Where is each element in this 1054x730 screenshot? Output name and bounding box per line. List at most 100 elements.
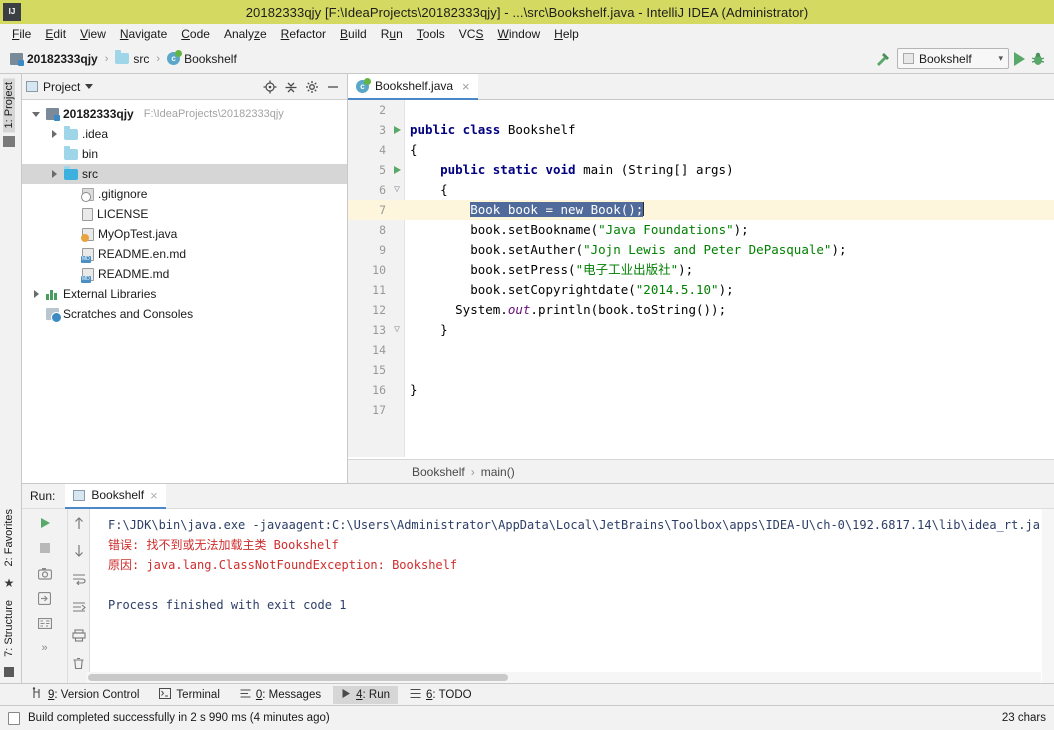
code-line[interactable]: 7 Book book = new Book(); <box>348 200 1054 220</box>
tree-item-readme-en-md[interactable]: README.en.md <box>22 244 347 264</box>
code-token: ); <box>718 282 734 297</box>
editor-tab-label: Bookshelf.java <box>375 79 454 93</box>
bottom-tab-0-messages[interactable]: 0: Messages <box>232 686 329 704</box>
hide-minimize-icon[interactable] <box>326 80 340 94</box>
tree-item-idea[interactable]: .idea <box>22 124 347 144</box>
gutter-fold-icon[interactable]: ▽ <box>390 320 404 340</box>
code-line[interactable]: 12 System.out.println(book.toString()); <box>348 300 1054 320</box>
debug-icon[interactable] <box>1030 51 1046 67</box>
editor-tab-bar: c Bookshelf.java × <box>348 74 1054 100</box>
bottom-tab-terminal[interactable]: Terminal <box>151 686 227 704</box>
code-line[interactable]: 15 <box>348 360 1054 380</box>
code-editor[interactable]: 2 3 public class Bookshelf 4{5 public stati… <box>348 100 1054 457</box>
close-icon[interactable]: × <box>462 79 470 94</box>
tree-item-scratches-and-consoles[interactable]: Scratches and Consoles <box>22 304 347 324</box>
sidebar-tab-project[interactable]: 1: Project <box>3 78 15 133</box>
code-text: } <box>410 380 418 400</box>
code-line[interactable]: 4{ <box>348 140 1054 160</box>
close-icon[interactable]: × <box>150 488 158 503</box>
soft-wrap-icon[interactable] <box>71 571 87 587</box>
menu-item-code[interactable]: Code <box>174 26 217 42</box>
run-configuration-selector[interactable]: Bookshelf ▾ <box>897 48 1009 69</box>
console-horizontal-scrollbar[interactable] <box>86 672 1041 683</box>
clear-all-trash-icon[interactable] <box>71 655 87 671</box>
console-output[interactable]: F:\JDK\bin\java.exe -javaagent:C:\Users\… <box>90 509 1054 684</box>
gutter-fold-icon[interactable]: ▽ <box>390 180 404 200</box>
bottom-tab-4-run[interactable]: 4: Run <box>333 685 399 704</box>
code-line[interactable]: 17 <box>348 400 1054 420</box>
locate-icon[interactable] <box>263 80 277 94</box>
status-message: Build completed successfully in 2 s 990 … <box>28 712 330 724</box>
tree-item-src[interactable]: src <box>22 164 347 184</box>
menu-item-window[interactable]: Window <box>490 26 547 42</box>
breadcrumb-item-project[interactable]: 20182333qjy <box>6 50 102 68</box>
menu-item-help[interactable]: Help <box>547 26 586 42</box>
scroll-down-icon[interactable] <box>71 543 87 559</box>
menu-item-navigate[interactable]: Navigate <box>113 26 174 42</box>
code-line[interactable]: 9 book.setAuther("Jojn Lewis and Peter D… <box>348 240 1054 260</box>
settings-gear-icon[interactable] <box>305 80 319 94</box>
code-line[interactable]: 10 book.setPress("电子工业出版社"); <box>348 260 1054 280</box>
camera-snapshot-icon[interactable] <box>37 565 53 581</box>
scroll-to-end-icon[interactable] <box>71 599 87 615</box>
menu-item-build[interactable]: Build <box>333 26 374 42</box>
folder-icon <box>64 145 78 160</box>
code-line[interactable]: 5 public static void main (String[] args… <box>348 160 1054 180</box>
editor-breadcrumb-method[interactable]: main() <box>481 465 515 479</box>
tree-expand-arrow[interactable] <box>48 130 60 138</box>
run-icon[interactable] <box>1014 51 1025 66</box>
event-log-icon[interactable] <box>8 711 20 725</box>
tab-bookshelf-java[interactable]: c Bookshelf.java × <box>348 74 478 100</box>
bottom-tab-6-todo[interactable]: 6: TODO <box>402 686 480 704</box>
print-thread-dump-icon[interactable] <box>37 615 53 631</box>
bottom-tab-9-version-control[interactable]: 9: Version Control <box>24 685 147 704</box>
tree-item-20182333qjy[interactable]: 20182333qjy F:\IdeaProjects\20182333qjy <box>22 104 347 124</box>
menu-item-file[interactable]: File <box>5 26 38 42</box>
collapse-all-icon[interactable] <box>284 80 298 94</box>
code-line[interactable]: 3 public class Bookshelf <box>348 120 1054 140</box>
code-line[interactable]: 16} <box>348 380 1054 400</box>
editor-breadcrumb-class[interactable]: Bookshelf <box>412 465 465 479</box>
expand-more-icon[interactable]: » <box>37 640 53 656</box>
tree-expand-arrow[interactable] <box>48 170 60 178</box>
print-icon[interactable] <box>71 627 87 643</box>
run-tab-bookshelf[interactable]: Bookshelf × <box>65 483 166 509</box>
tree-item-bin[interactable]: bin <box>22 144 347 164</box>
code-line[interactable]: 6 ▽ { <box>348 180 1054 200</box>
tree-expand-arrow[interactable] <box>30 111 42 117</box>
tree-item-gitignore[interactable]: .gitignore <box>22 184 347 204</box>
tree-item-myoptest-java[interactable]: MyOpTest.java <box>22 224 347 244</box>
tree-item-license[interactable]: LICENSE <box>22 204 347 224</box>
project-panel-title-group[interactable]: Project <box>26 80 94 94</box>
sidebar-tab-favorites[interactable]: 2: Favorites <box>3 505 15 570</box>
run-tool-window: Run: Bookshelf × » F:\JDK\bin\java.exe -… <box>22 483 1054 684</box>
console-vertical-scrollbar[interactable] <box>1042 509 1054 684</box>
menu-item-view[interactable]: View <box>73 26 113 42</box>
tree-expand-arrow[interactable] <box>30 290 42 298</box>
code-line[interactable]: 2 <box>348 100 1054 120</box>
menu-item-edit[interactable]: Edit <box>38 26 73 42</box>
line-number: 4 <box>379 143 386 157</box>
sidebar-tab-structure[interactable]: 7: Structure <box>3 596 15 661</box>
stop-icon[interactable] <box>37 540 53 556</box>
export-icon[interactable] <box>37 590 53 606</box>
line-number: 10 <box>372 263 386 277</box>
code-line[interactable]: 14 <box>348 340 1054 360</box>
code-line[interactable]: 13 ▽ } <box>348 320 1054 340</box>
breadcrumb-item-bookshelf[interactable]: c Bookshelf <box>163 50 241 68</box>
menu-item-analyze[interactable]: Analyze <box>217 26 274 42</box>
tree-item-external-libraries[interactable]: External Libraries <box>22 284 347 304</box>
menu-item-tools[interactable]: Tools <box>410 26 452 42</box>
rerun-run-icon[interactable] <box>37 515 53 531</box>
breadcrumb-item-src[interactable]: src <box>111 50 153 68</box>
gutter-run-icon[interactable] <box>390 160 404 180</box>
menu-item-run[interactable]: Run <box>374 26 410 42</box>
menu-item-refactor[interactable]: Refactor <box>274 26 333 42</box>
code-line[interactable]: 8 book.setBookname("Java Foundations"); <box>348 220 1054 240</box>
build-hammer-icon[interactable] <box>874 50 892 68</box>
tree-item-readme-md[interactable]: README.md <box>22 264 347 284</box>
menu-item-vcs[interactable]: VCS <box>452 26 491 42</box>
scroll-up-icon[interactable] <box>71 515 87 531</box>
gutter-run-icon[interactable] <box>390 120 404 140</box>
code-line[interactable]: 11 book.setCopyrightdate("2014.5.10"); <box>348 280 1054 300</box>
